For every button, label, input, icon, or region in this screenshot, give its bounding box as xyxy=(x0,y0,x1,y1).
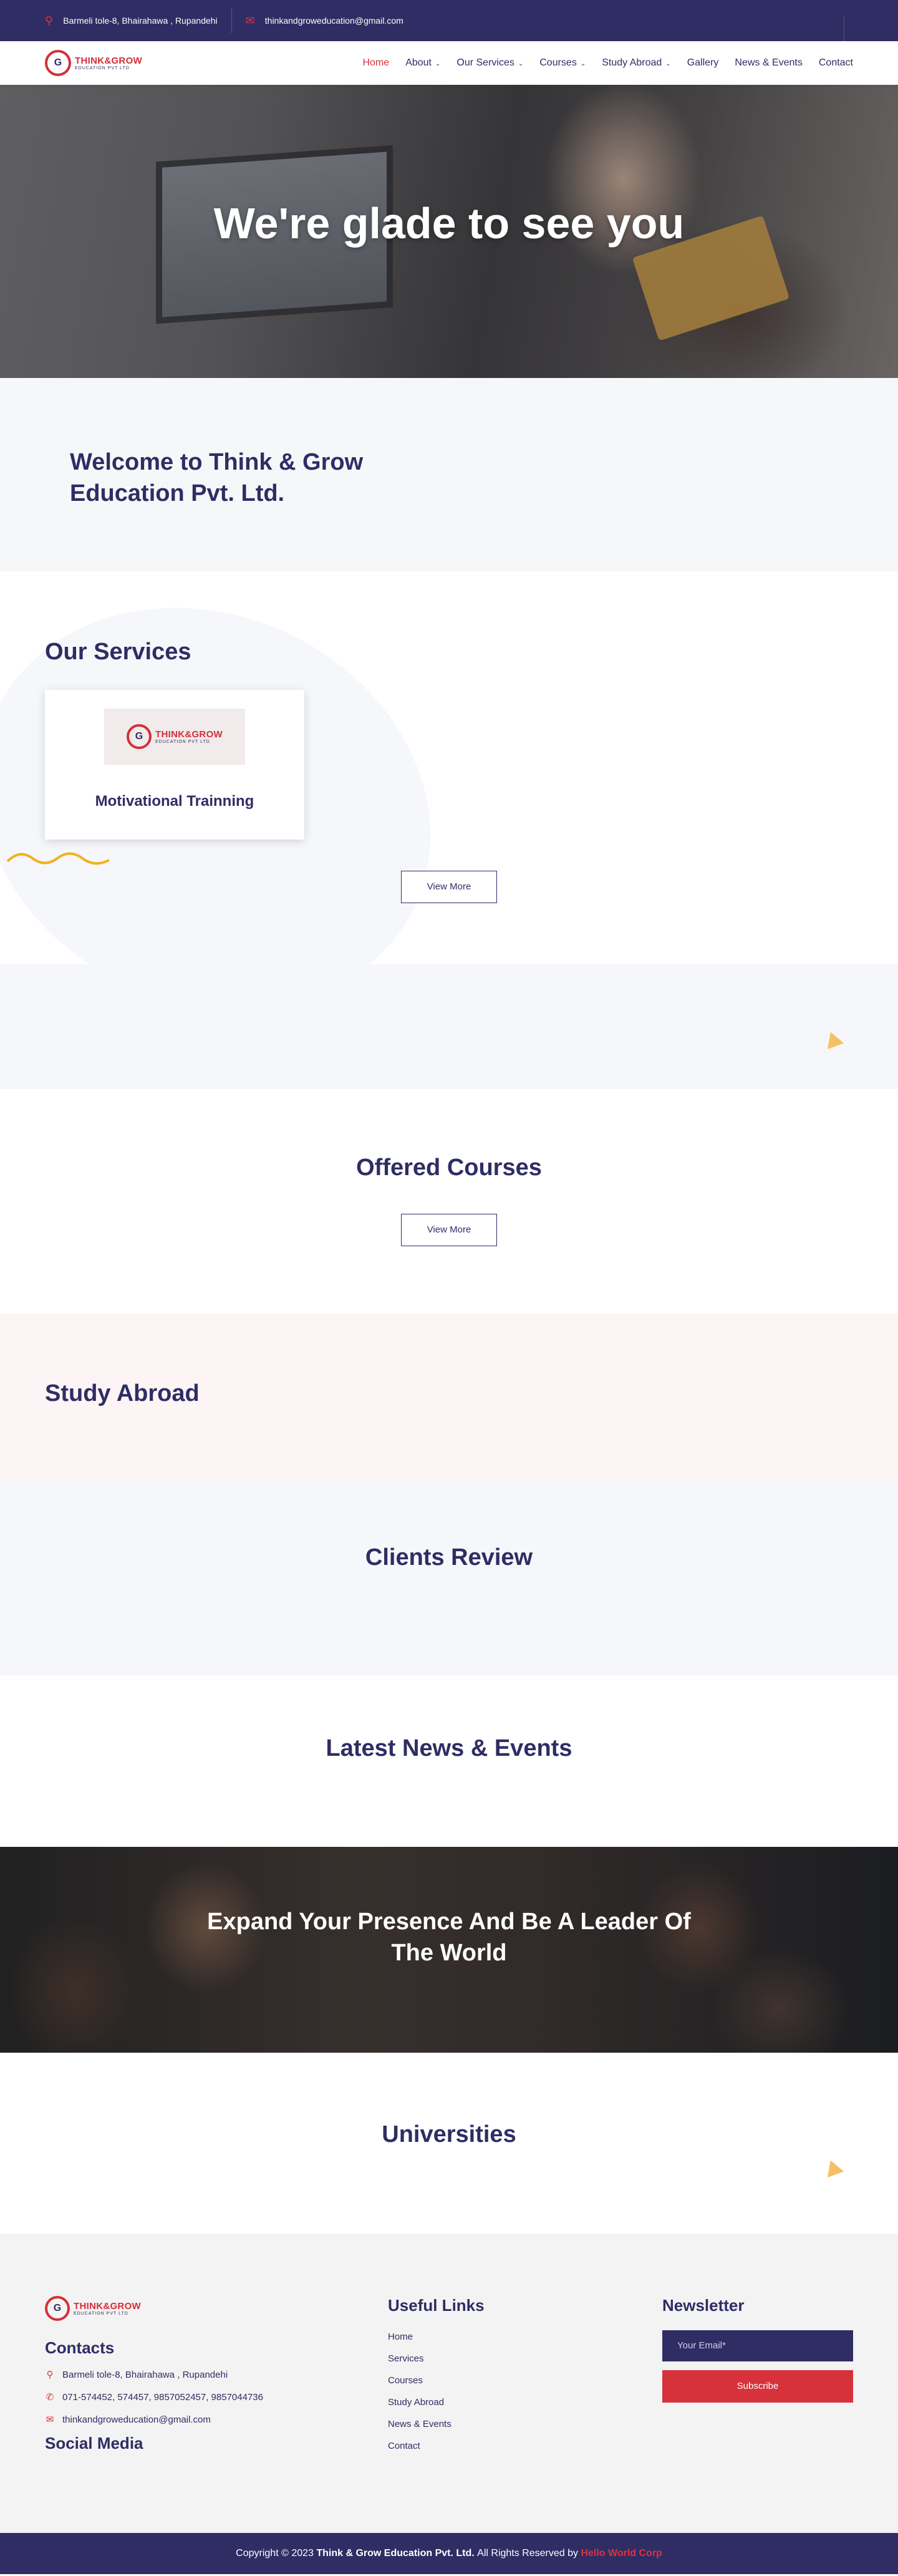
logo-sub: EDUCATION PVT LTD xyxy=(75,66,130,70)
courses-title: Offered Courses xyxy=(356,1155,542,1181)
footer-link[interactable]: Services xyxy=(388,2353,485,2364)
footer-link[interactable]: News & Events xyxy=(388,2419,485,2429)
newsletter-email-input[interactable]: Your Email* xyxy=(662,2330,853,2361)
footer-phone-text[interactable]: 071-574452, 574457, 9857052457, 98570447… xyxy=(62,2392,263,2403)
footer-links-column: Useful Links Home Services Courses Study… xyxy=(388,2296,485,2462)
footer-email[interactable]: ✉ thinkandgroweducation@gmail.com xyxy=(45,2414,319,2426)
service-card[interactable]: G THINK&GROW EDUCATION PVT LTD Motivatio… xyxy=(45,690,304,840)
welcome-section: Welcome to Think & Grow Education Pvt. L… xyxy=(0,378,898,571)
chevron-down-icon: ⌄ xyxy=(580,61,586,67)
subscribe-button[interactable]: Subscribe xyxy=(662,2370,853,2403)
logo-name: THINK&GROW xyxy=(74,2301,141,2312)
site-logo[interactable]: G THINK&GROW EDUCATION PVT LTD xyxy=(45,50,142,76)
footer-address: ⚲ Barmeli tole-8, Bhairahawa , Rupandehi xyxy=(45,2369,319,2381)
copyright-prefix: Copyright © 2023 xyxy=(236,2548,314,2559)
services-view-more-button[interactable]: View More xyxy=(401,871,497,903)
hero-title: We're glade to see you xyxy=(213,199,685,248)
welcome-title: Welcome to Think & Grow Education Pvt. L… xyxy=(70,449,364,506)
nav-news-events[interactable]: News & Events xyxy=(735,57,802,69)
footer-logo[interactable]: G THINK&GROW EDUCATION PVT LTD xyxy=(45,2296,319,2321)
chevron-down-icon: ⌄ xyxy=(518,61,524,67)
mail-icon: ✉ xyxy=(245,14,255,27)
developer-link[interactable]: Hello World Corp xyxy=(581,2548,662,2559)
nav-courses[interactable]: Courses ⌄ xyxy=(539,57,586,69)
nav-study-abroad[interactable]: Study Abroad ⌄ xyxy=(602,57,670,69)
footer-link[interactable]: Courses xyxy=(388,2375,485,2386)
footer-email-text[interactable]: thinkandgroweducation@gmail.com xyxy=(62,2414,211,2425)
service-card-image: G THINK&GROW EDUCATION PVT LTD xyxy=(104,709,245,765)
footer-phone[interactable]: ✆ 071-574452, 574457, 9857052457, 985704… xyxy=(45,2391,319,2403)
services-section: Our Services G THINK&GROW EDUCATION PVT … xyxy=(0,571,898,964)
footer-contacts-title: Contacts xyxy=(45,2338,115,2357)
logo-sub: EDUCATION PVT LTD xyxy=(74,2312,128,2316)
main-nav: Home About ⌄ Our Services ⌄ Courses ⌄ Study… xyxy=(363,57,854,69)
footer-newsletter-column: Newsletter Your Email* Subscribe xyxy=(662,2296,853,2403)
topbar-address-text: Barmeli tole-8, Bhairahawa , Rupandehi xyxy=(63,16,218,26)
logo-name: THINK&GROW xyxy=(75,56,142,66)
logo-sub: EDUCATION PVT LTD xyxy=(155,740,210,744)
clients-review-section: Clients Review xyxy=(0,1482,898,1675)
topbar-address: ⚲ Barmeli tole-8, Bhairahawa , Rupandehi xyxy=(45,14,218,27)
chevron-down-icon: ⌄ xyxy=(435,61,441,67)
courses-section: Offered Courses View More xyxy=(0,1089,898,1314)
footer-link[interactable]: Contact xyxy=(388,2441,485,2451)
chevron-down-icon: ⌄ xyxy=(665,61,671,67)
divider xyxy=(231,8,232,33)
copyright-bar: Copyright © 2023 Think & Grow Education … xyxy=(0,2533,898,2574)
decor-band xyxy=(0,964,898,1089)
location-icon: ⚲ xyxy=(46,2370,54,2380)
logo-mark: G xyxy=(127,724,152,749)
nav-about[interactable]: About ⌄ xyxy=(405,57,440,69)
cta-title: Expand Your Presence And Be A Leader Of … xyxy=(207,1909,691,1966)
newsletter-title: Newsletter xyxy=(662,2296,745,2315)
clients-review-title: Clients Review xyxy=(365,1544,533,1571)
nav-gallery[interactable]: Gallery xyxy=(687,57,719,69)
footer-address-text: Barmeli tole-8, Bhairahawa , Rupandehi xyxy=(62,2369,228,2380)
logo-mark: G xyxy=(45,2296,70,2321)
nav-home[interactable]: Home xyxy=(363,57,390,69)
universities-section: Universities xyxy=(0,2053,898,2234)
news-title: Latest News & Events xyxy=(326,1735,572,1761)
hero-banner: We're glade to see you xyxy=(0,85,898,378)
copyright-middle: All Rights Reserved by xyxy=(477,2548,578,2559)
study-abroad-section: Study Abroad xyxy=(0,1314,898,1482)
footer-links-list: Home Services Courses Study Abroad News … xyxy=(388,2331,485,2451)
news-section: Latest News & Events xyxy=(0,1675,898,1847)
logo-name: THINK&GROW xyxy=(155,729,223,740)
topbar-email-text[interactable]: thinkandgroweducation@gmail.com xyxy=(265,16,403,26)
footer-link[interactable]: Home xyxy=(388,2331,485,2342)
cta-banner: Expand Your Presence And Be A Leader Of … xyxy=(0,1847,898,2053)
site-footer: G THINK&GROW EDUCATION PVT LTD Contacts … xyxy=(0,2234,898,2533)
topbar-email[interactable]: ✉ thinkandgroweducation@gmail.com xyxy=(246,14,403,27)
location-icon: ⚲ xyxy=(45,14,54,27)
nav-contact[interactable]: Contact xyxy=(819,57,853,69)
logo-mark: G xyxy=(45,50,71,76)
site-header: G THINK&GROW EDUCATION PVT LTD Home Abou… xyxy=(0,41,898,85)
footer-social-title: Social Media xyxy=(45,2434,143,2453)
footer-link[interactable]: Study Abroad xyxy=(388,2397,485,2408)
copyright-company: Think & Grow Education Pvt. Ltd. xyxy=(316,2548,475,2559)
mail-icon: ✉ xyxy=(46,2414,54,2425)
top-info-bar: ⚲ Barmeli tole-8, Bhairahawa , Rupandehi… xyxy=(0,0,898,41)
study-abroad-title: Study Abroad xyxy=(45,1380,200,1407)
nav-our-services[interactable]: Our Services ⌄ xyxy=(456,57,523,69)
universities-title: Universities xyxy=(382,2121,516,2147)
courses-view-more-button[interactable]: View More xyxy=(401,1214,497,1246)
service-card-title: Motivational Trainning xyxy=(95,793,254,810)
footer-contacts-column: G THINK&GROW EDUCATION PVT LTD Contacts … xyxy=(45,2296,319,2453)
footer-links-title: Useful Links xyxy=(388,2296,485,2315)
services-title: Our Services xyxy=(45,639,191,665)
triangle-decoration xyxy=(822,2157,844,2178)
triangle-decoration xyxy=(822,1029,844,1050)
wave-decoration xyxy=(6,852,110,865)
phone-icon: ✆ xyxy=(46,2392,54,2403)
